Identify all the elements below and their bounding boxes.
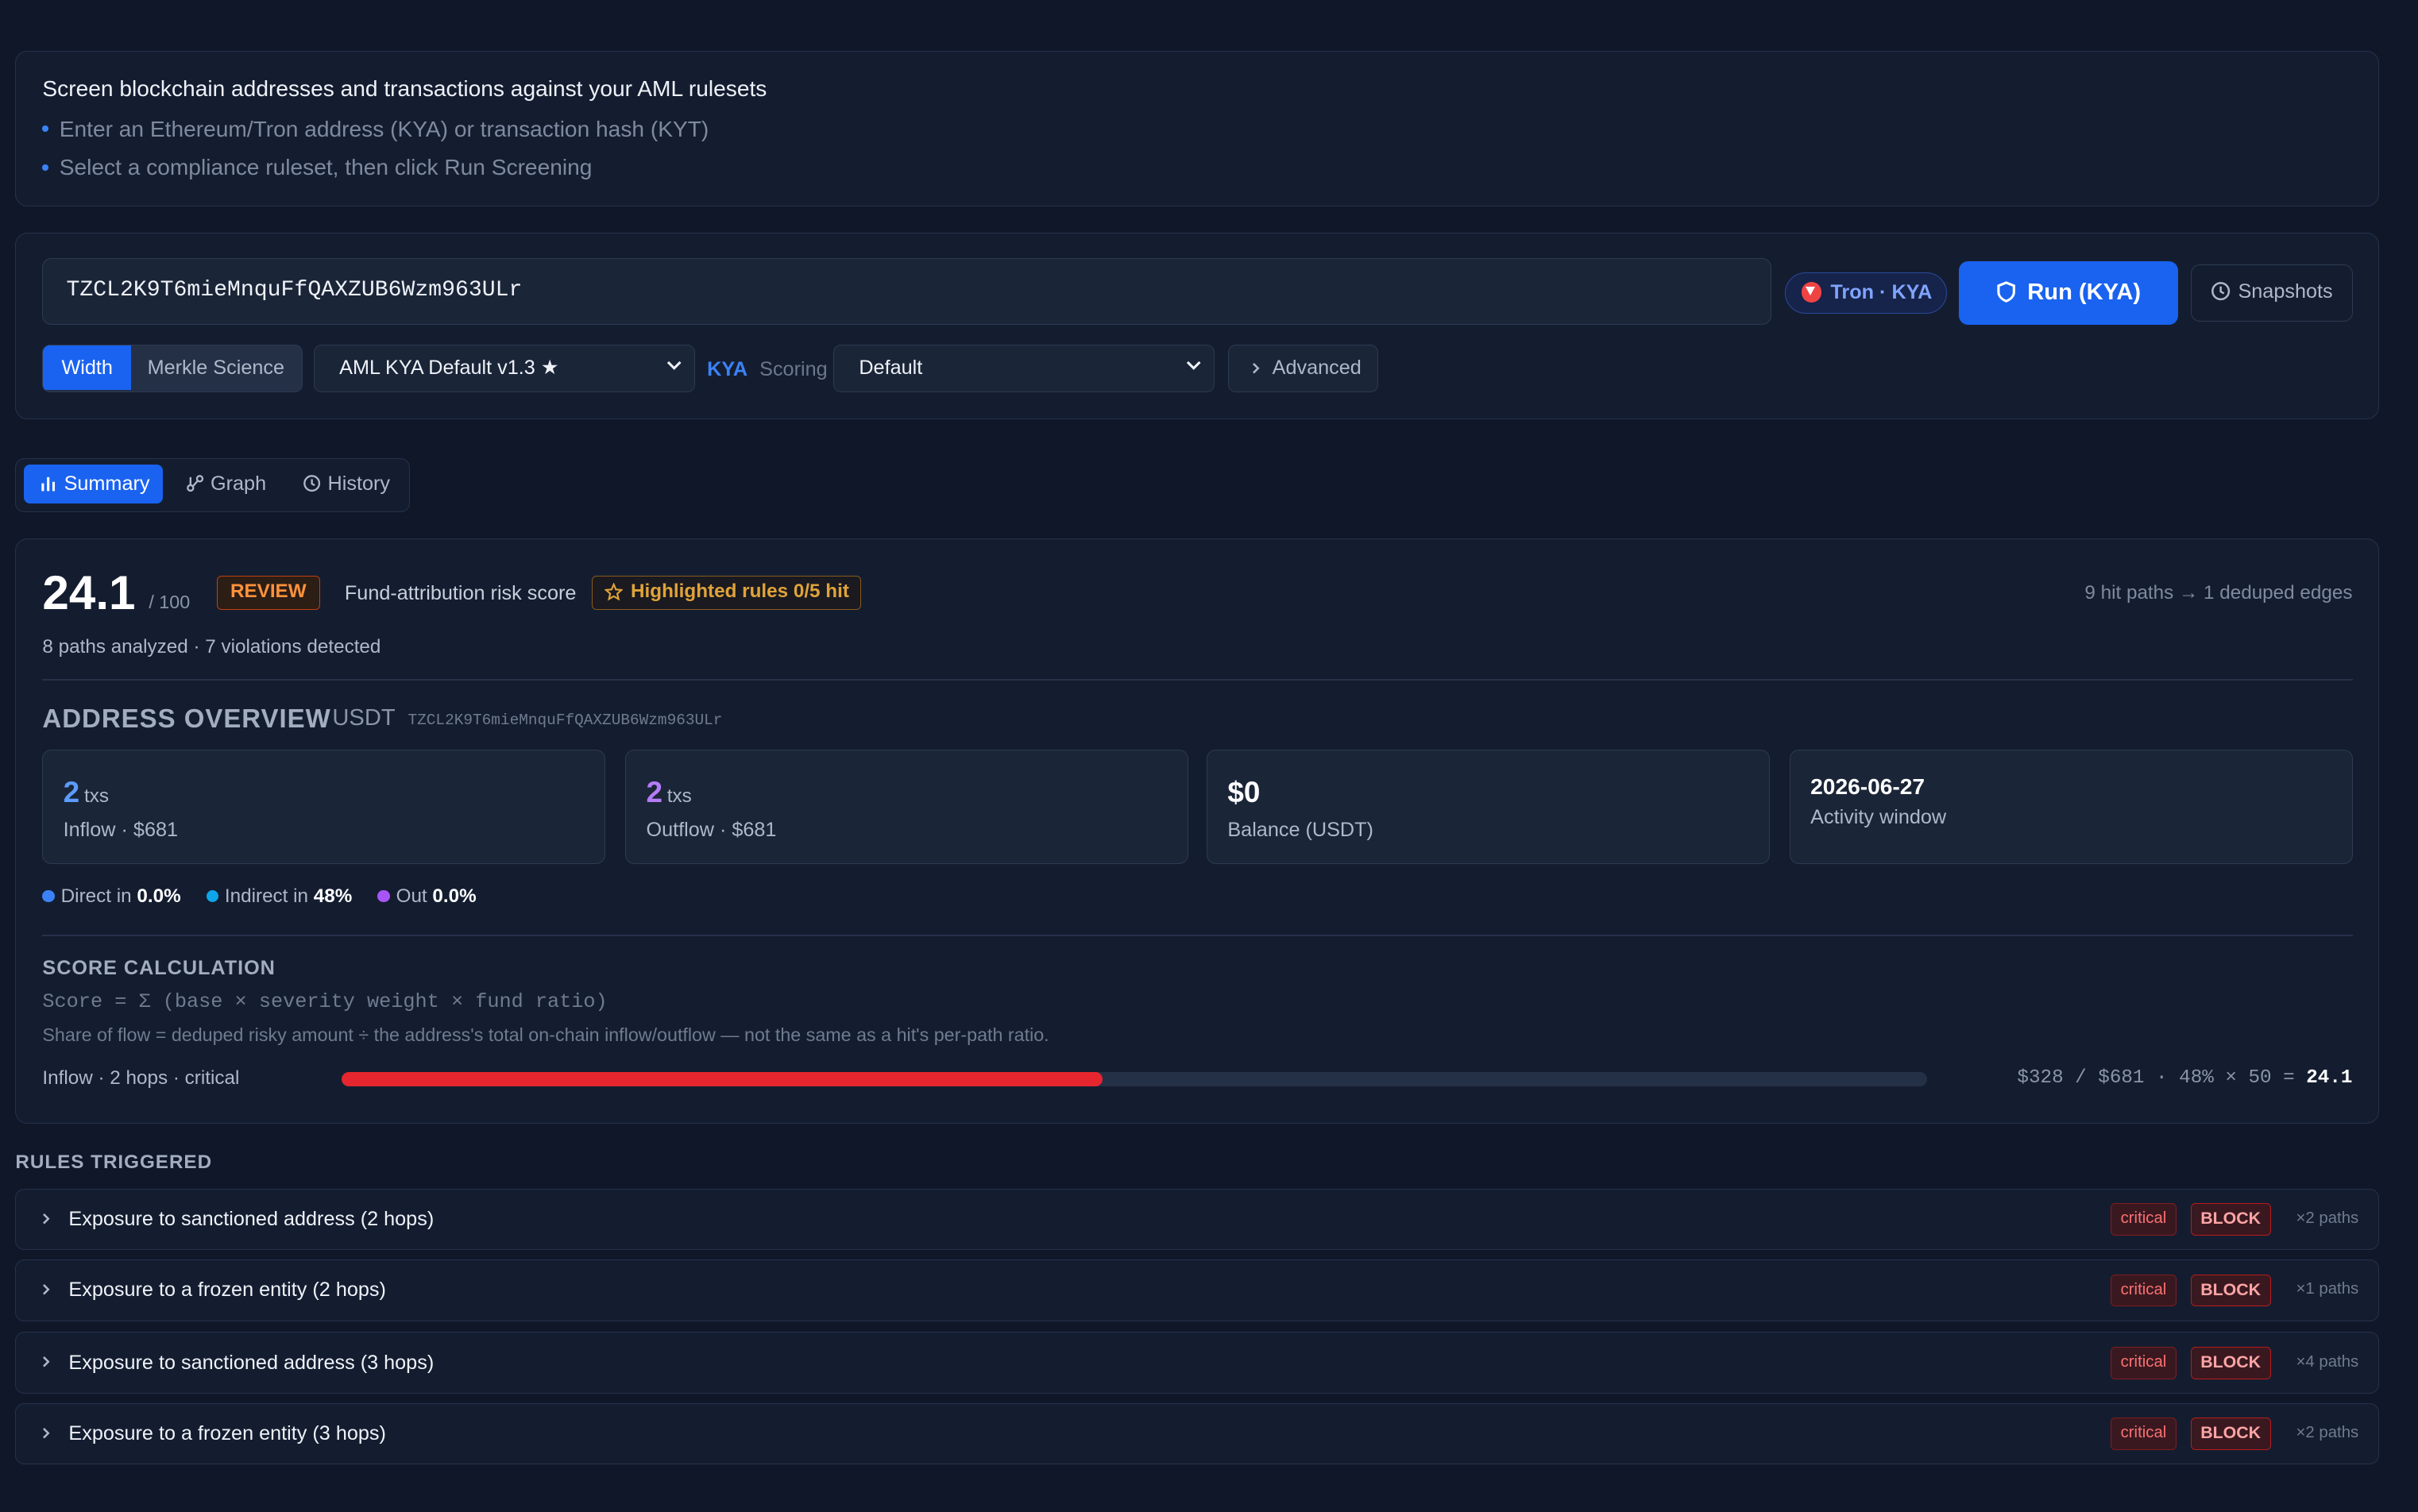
provider-width[interactable]: Width bbox=[43, 345, 132, 391]
provider-toggle: Width Merkle Science bbox=[42, 344, 303, 393]
score-description: Share of flow = deduped risky amount ÷ t… bbox=[42, 1024, 1049, 1046]
view-tabs: Summary Graph History bbox=[15, 457, 411, 512]
outflow-card: 2 txs Outflow · $681 bbox=[625, 750, 1188, 865]
clock-icon bbox=[303, 475, 321, 492]
path-count: ×2 paths bbox=[2296, 1209, 2359, 1227]
rule-row[interactable]: Exposure to sanctioned address (2 hops) c… bbox=[15, 1188, 2380, 1251]
activity-date: 2026-06-27 bbox=[1810, 773, 1926, 799]
outflow-count: 2 txs bbox=[646, 775, 692, 808]
legend-indirect-in: Indirect in 48% bbox=[206, 885, 352, 908]
rule-row[interactable]: Exposure to a frozen entity (3 hops) crit… bbox=[15, 1402, 2380, 1465]
activity-sub: Activity window bbox=[1810, 806, 1947, 829]
legend-direct-in: Direct in 0.0% bbox=[42, 885, 181, 908]
scoring-label: Scoring bbox=[759, 358, 828, 381]
rule-name: Exposure to a frozen entity (2 hops) bbox=[68, 1279, 386, 1302]
outflow-sub: Outflow · $681 bbox=[646, 818, 777, 841]
legend-dot-icon bbox=[377, 889, 390, 903]
balance-card: $0 Balance (USDT) bbox=[1207, 750, 1770, 865]
score-calculation-title: SCORE CALCULATION bbox=[42, 956, 276, 979]
chevron-right-icon bbox=[1253, 363, 1260, 374]
tab-history[interactable]: History bbox=[288, 465, 399, 503]
severity-badge: critical bbox=[2110, 1346, 2177, 1379]
advanced-button[interactable]: Advanced bbox=[1228, 344, 1378, 393]
bullet-dot-icon bbox=[42, 164, 49, 171]
path-count: ×1 paths bbox=[2296, 1280, 2359, 1298]
ruleset-select[interactable]: AML KYA Default v1.3 ★ bbox=[314, 344, 695, 393]
inflow-count: 2 txs bbox=[63, 775, 109, 808]
legend-dot-icon bbox=[42, 889, 55, 903]
chain-badge: Tron · KYA bbox=[1785, 272, 1947, 314]
chevron-down-icon bbox=[1186, 361, 1201, 371]
contribution-formula: $328 / $681 · 48% × 50 = 24.1 bbox=[2017, 1067, 2353, 1090]
score-max: / 100 bbox=[149, 591, 191, 612]
rule-name: Exposure to sanctioned address (3 hops) bbox=[68, 1351, 435, 1374]
paths-analyzed: 8 paths analyzed · 7 violations detected bbox=[42, 635, 381, 658]
path-count: ×4 paths bbox=[2296, 1352, 2359, 1371]
severity-badge: critical bbox=[2110, 1274, 2177, 1307]
tab-summary[interactable]: Summary bbox=[24, 465, 163, 503]
intro-title: Screen blockchain addresses and transact… bbox=[42, 76, 767, 102]
action-badge: BLOCK bbox=[2190, 1274, 2271, 1307]
balance-value: $0 bbox=[1227, 775, 1261, 808]
divider bbox=[42, 935, 2353, 937]
overview-address: TZCL2K9T6mieMnquFfQAXZUB6Wzm963ULr bbox=[408, 711, 723, 729]
star-icon bbox=[604, 582, 624, 601]
path-count: ×2 paths bbox=[2296, 1423, 2359, 1441]
intro-panel: Screen blockchain addresses and transact… bbox=[15, 51, 2380, 207]
address-input[interactable]: TZCL2K9T6mieMnquFfQAXZUB6Wzm963ULr bbox=[42, 258, 1771, 325]
contribution-bar-fill bbox=[342, 1072, 1103, 1086]
hit-paths-summary: 9 hit paths → 1 deduped edges bbox=[2084, 581, 2353, 604]
provider-merkle-science[interactable]: Merkle Science bbox=[131, 345, 301, 390]
graph-icon bbox=[187, 475, 204, 492]
rule-name: Exposure to a frozen entity (3 hops) bbox=[68, 1421, 386, 1444]
contribution-bar bbox=[342, 1072, 1927, 1086]
rule-row[interactable]: Exposure to a frozen entity (2 hops) crit… bbox=[15, 1259, 2380, 1321]
address-overview-title: ADDRESS OVERVIEW bbox=[42, 704, 331, 734]
overview-token: USDT bbox=[332, 705, 396, 731]
legend-out: Out 0.0% bbox=[377, 885, 477, 908]
chevron-down-icon bbox=[666, 361, 682, 371]
scoring-select[interactable]: Default bbox=[833, 344, 1215, 393]
rule-row[interactable]: Exposure to sanctioned address (3 hops) c… bbox=[15, 1332, 2380, 1394]
risk-score: 24.1 bbox=[42, 565, 136, 619]
contribution-label: Inflow · 2 hops · critical bbox=[42, 1067, 240, 1090]
bullet-dot-icon bbox=[42, 125, 49, 133]
flow-legend: Direct in 0.0% Indirect in 48% Out 0.0% bbox=[42, 885, 496, 908]
summary-panel: 24.1 / 100 REVIEW Fund-attribution risk … bbox=[15, 538, 2380, 1124]
activity-window-card: 2026-06-27 Activity window bbox=[1789, 750, 2353, 865]
highlighted-rules-badge[interactable]: Highlighted rules 0/5 hit bbox=[591, 576, 862, 610]
bar-chart-icon bbox=[41, 476, 55, 492]
chevron-right-icon bbox=[43, 1284, 50, 1295]
divider bbox=[42, 679, 2353, 681]
tab-graph[interactable]: Graph bbox=[171, 465, 279, 503]
chevron-right-icon bbox=[43, 1427, 50, 1439]
inflow-sub: Inflow · $681 bbox=[63, 818, 179, 841]
snapshots-button[interactable]: Snapshots bbox=[2190, 264, 2353, 322]
clock-icon bbox=[2211, 281, 2230, 300]
mode-label: KYA bbox=[707, 358, 748, 381]
severity-badge: critical bbox=[2110, 1418, 2177, 1450]
action-badge: BLOCK bbox=[2190, 1346, 2271, 1379]
inflow-card: 2 txs Inflow · $681 bbox=[42, 750, 605, 865]
chevron-right-icon bbox=[43, 1356, 50, 1367]
action-badge: BLOCK bbox=[2190, 1418, 2271, 1450]
action-badge: BLOCK bbox=[2190, 1203, 2271, 1236]
legend-dot-icon bbox=[206, 889, 219, 903]
rule-name: Exposure to sanctioned address (2 hops) bbox=[68, 1208, 435, 1231]
intro-bullet: Enter an Ethereum/Tron address (KYA) or … bbox=[42, 117, 709, 142]
score-formula: Score = Σ (base × severity weight × fund… bbox=[42, 990, 608, 1014]
rules-triggered-title: RULES TRIGGERED bbox=[15, 1151, 213, 1174]
balance-sub: Balance (USDT) bbox=[1227, 818, 1373, 841]
chevron-right-icon bbox=[43, 1213, 50, 1225]
tron-icon bbox=[1801, 282, 1821, 303]
verdict-badge: REVIEW bbox=[216, 576, 320, 610]
intro-bullet: Select a compliance ruleset, then click … bbox=[42, 155, 592, 180]
score-label: Fund-attribution risk score bbox=[344, 581, 577, 604]
run-screening-button[interactable]: Run (KYA) bbox=[1959, 261, 2179, 325]
shield-icon bbox=[1997, 281, 2016, 303]
severity-badge: critical bbox=[2110, 1203, 2177, 1236]
screening-input-panel: TZCL2K9T6mieMnquFfQAXZUB6Wzm963ULr Tron … bbox=[15, 233, 2380, 420]
